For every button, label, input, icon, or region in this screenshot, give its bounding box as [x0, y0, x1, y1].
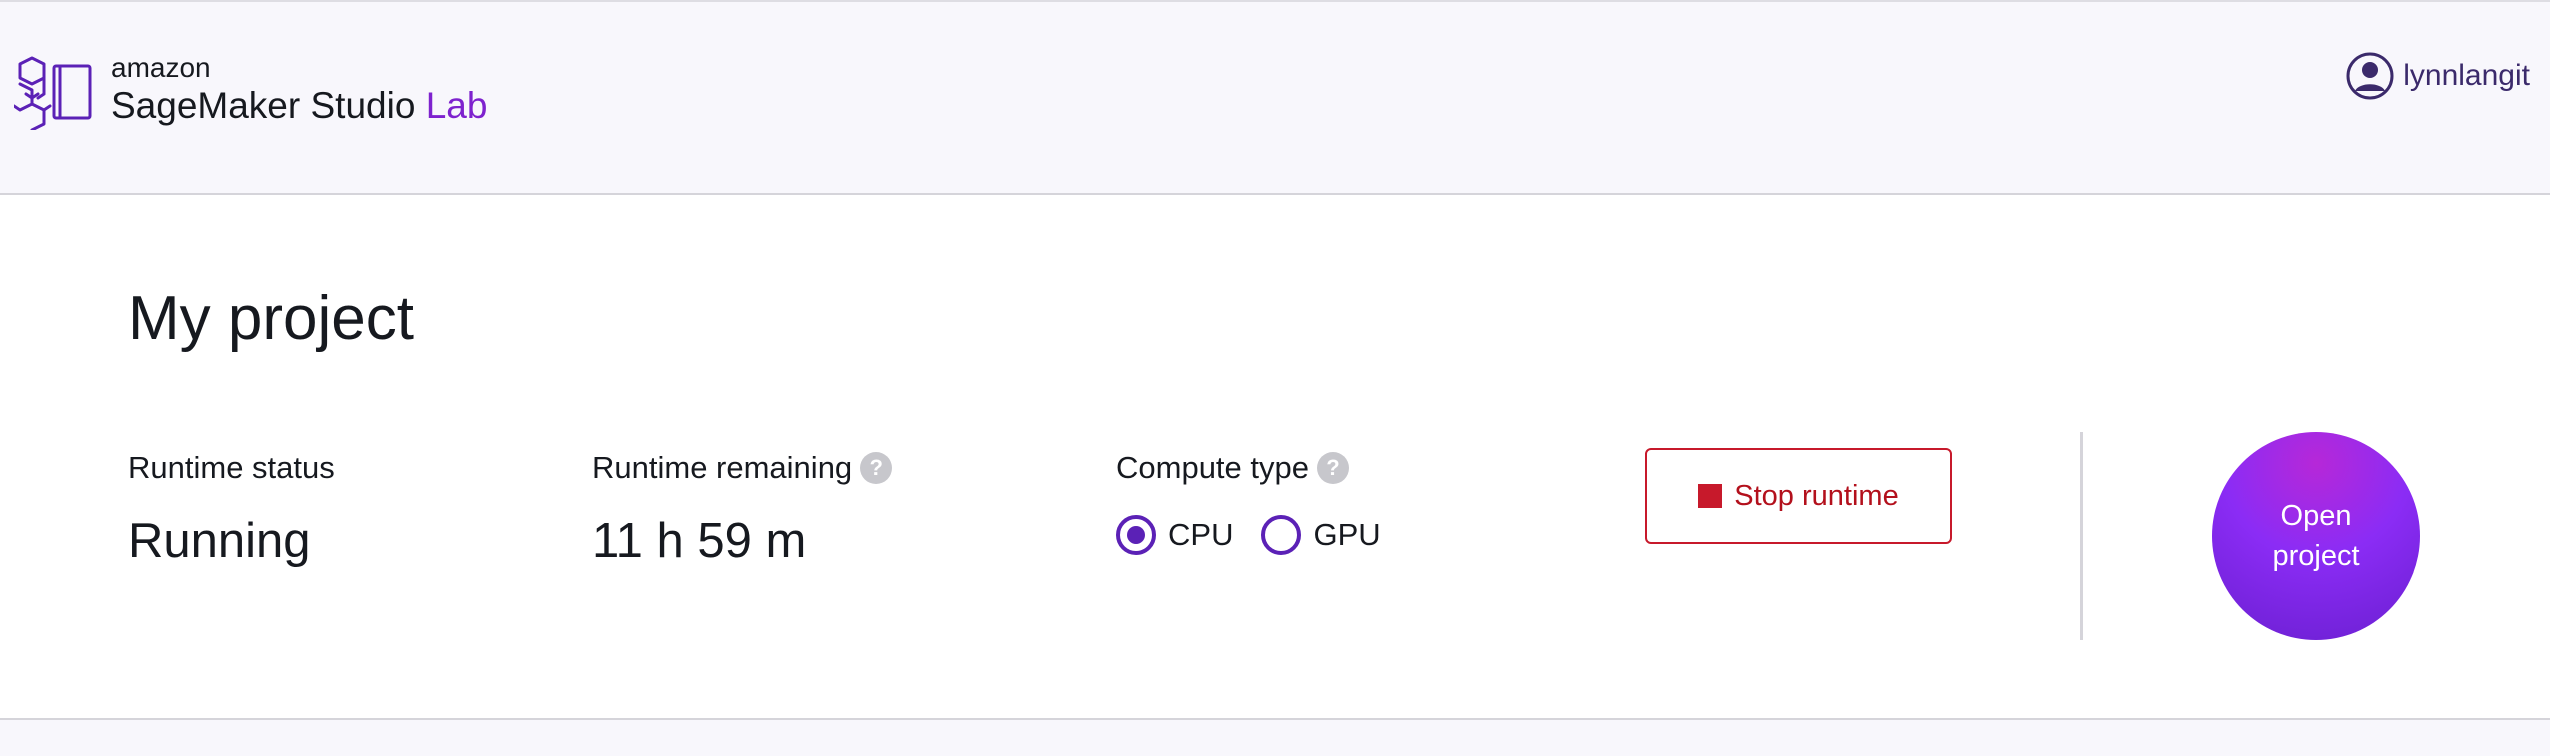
brand-title: SageMaker Studio Lab — [111, 84, 487, 128]
compute-type-label: Compute type ? — [1116, 450, 1349, 486]
radio-cpu-circle[interactable] — [1116, 515, 1156, 555]
brand-accent: Lab — [425, 85, 488, 126]
brand-amazon: amazon — [111, 52, 211, 83]
runtime-remaining-label-text: Runtime remaining — [592, 450, 853, 485]
radio-gpu-label[interactable]: GPU — [1313, 517, 1380, 553]
radio-cpu[interactable]: CPU — [1116, 515, 1233, 555]
runtime-remaining-label: Runtime remaining ? — [592, 450, 893, 486]
runtime-status-value: Running — [128, 514, 311, 568]
brand-main: SageMaker Studio — [111, 85, 416, 126]
radio-gpu-circle[interactable] — [1261, 515, 1302, 555]
top-header: amazon SageMaker Studio Lab lynnlangit — [0, 0, 2550, 195]
compute-type-label-text: Compute type — [1116, 450, 1309, 485]
open-project-label: Open project — [2272, 500, 2360, 572]
user-name[interactable]: lynnlangit — [2403, 59, 2530, 93]
help-icon[interactable]: ? — [1317, 452, 1349, 484]
page-title: My project — [128, 284, 414, 353]
user-menu[interactable]: lynnlangit — [2345, 50, 2530, 102]
help-icon[interactable]: ? — [860, 452, 893, 484]
open-project-button[interactable]: Open project — [2212, 432, 2420, 640]
stop-runtime-button[interactable]: Stop runtime — [1645, 448, 1952, 544]
stop-square-icon — [1698, 484, 1723, 508]
radio-gpu[interactable]: GPU — [1261, 515, 1381, 555]
radio-cpu-label[interactable]: CPU — [1168, 517, 1233, 553]
runtime-status-label: Runtime status — [128, 450, 335, 486]
vertical-divider — [2080, 432, 2083, 640]
compute-type-radio-group: CPU GPU — [1116, 515, 1381, 555]
runtime-remaining-value: 11 h 59 m — [592, 514, 807, 568]
radio-selected-dot — [1127, 526, 1145, 544]
stop-runtime-label: Stop runtime — [1734, 479, 1899, 512]
sagemaker-logo-icon — [14, 56, 92, 130]
project-card: My project Runtime status Running Runtim… — [0, 195, 2550, 720]
user-avatar-icon[interactable] — [2345, 51, 2395, 101]
runtime-status-label-text: Runtime status — [128, 450, 335, 485]
